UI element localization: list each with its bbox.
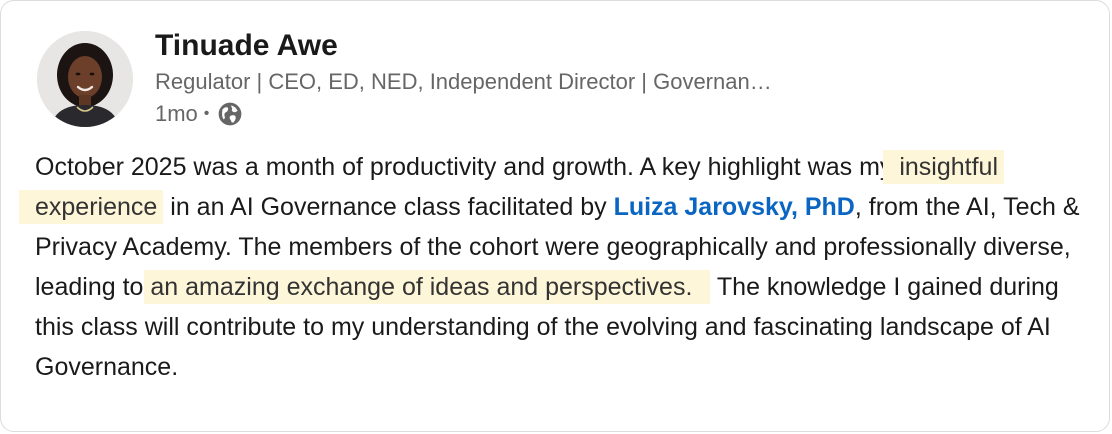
author-name[interactable]: Tinuade Awe — [155, 29, 338, 63]
post-text-segment: October 2025 was a month of productivity… — [35, 153, 900, 181]
meta-separator: • — [203, 105, 210, 122]
post-card: Tinuade Awe Regulator | CEO, ED, NED, In… — [0, 0, 1110, 432]
post-body: October 2025 was a month of productivity… — [19, 147, 1085, 387]
post-time: 1mo — [155, 101, 198, 126]
avatar-photo — [37, 31, 133, 127]
author-avatar[interactable] — [37, 31, 133, 127]
mention-link[interactable]: Luiza Jarovsky, PhD — [614, 193, 855, 221]
globe-icon — [217, 101, 243, 127]
post-text-segment: in an AI Governance class facilitated by — [163, 193, 614, 221]
post-meta: 1mo • — [155, 101, 243, 127]
author-headline: Regulator | CEO, ED, NED, Independent Di… — [155, 69, 772, 94]
highlighted-phrase: an amazing exchange of ideas and perspec… — [144, 270, 711, 304]
